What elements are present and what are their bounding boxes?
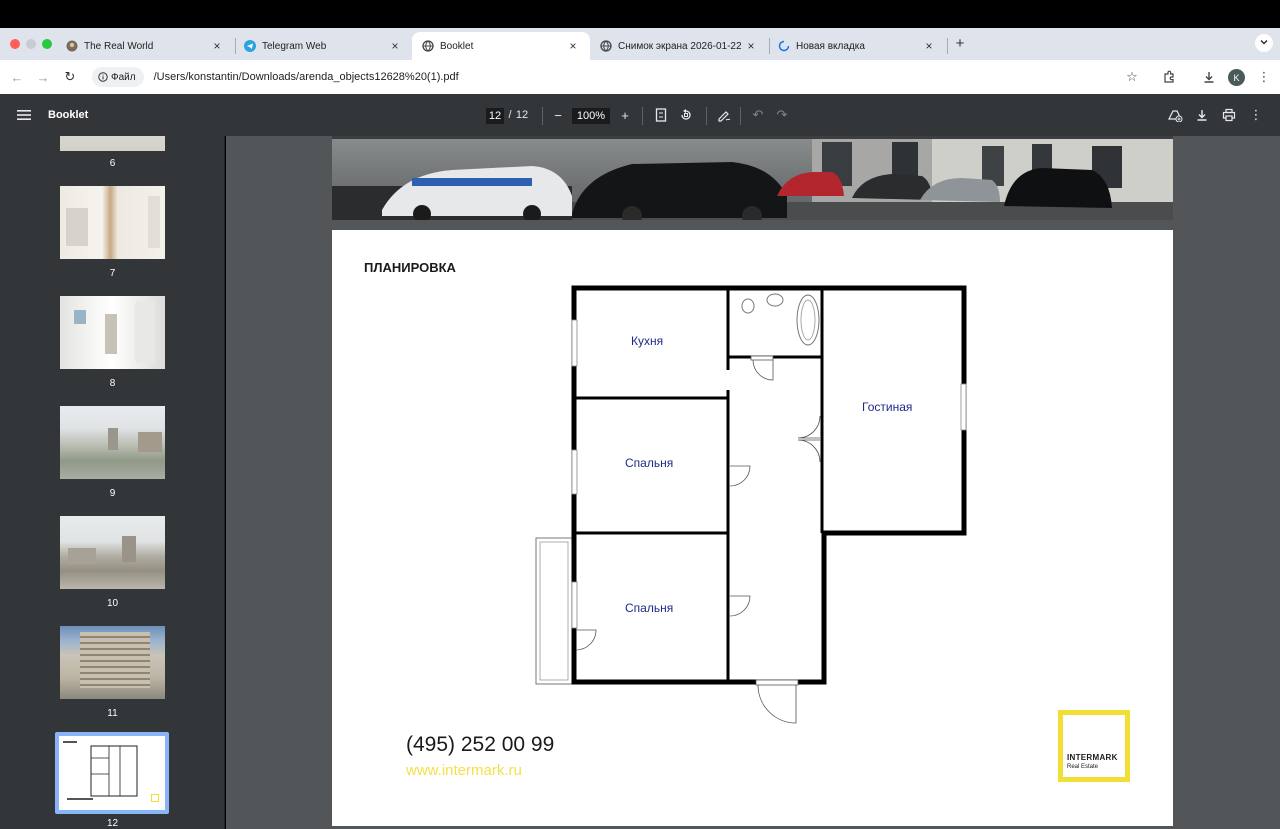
- zoom-level-input[interactable]: 100%: [572, 108, 610, 124]
- page-12: ПЛАНИРОВКА Кухня Гостиная Спальня Спальн…: [332, 230, 1173, 826]
- undo-icon[interactable]: ↶: [750, 107, 766, 123]
- close-icon[interactable]: ×: [922, 39, 936, 53]
- thumbnail-page-12[interactable]: [55, 732, 169, 814]
- new-tab-button[interactable]: +: [952, 34, 968, 54]
- loading-icon: [778, 40, 790, 52]
- close-icon[interactable]: ×: [388, 39, 402, 53]
- info-icon: [98, 72, 108, 82]
- tab-label: Новая вкладка: [796, 40, 865, 52]
- thumbnail-page-9[interactable]: [60, 406, 165, 479]
- telegram-icon: [244, 40, 256, 52]
- extensions-icon[interactable]: [1161, 69, 1177, 85]
- pdf-viewer[interactable]: ПЛАНИРОВКА Кухня Гостиная Спальня Спальн…: [226, 136, 1280, 829]
- avatar-icon: [66, 40, 78, 52]
- more-menu-icon[interactable]: ⋮: [1248, 107, 1264, 123]
- logo-name: INTERMARK: [1067, 753, 1118, 762]
- tab-label: Снимок экрана 2026-01-22: [618, 40, 742, 52]
- redo-icon[interactable]: ↷: [774, 107, 790, 123]
- maximize-window-button[interactable]: [42, 39, 52, 49]
- reload-button[interactable]: ↻: [61, 68, 79, 86]
- thumbnail-page-6[interactable]: [60, 136, 165, 151]
- menu-bar-black: [0, 0, 1280, 28]
- menu-icon[interactable]: [16, 107, 32, 123]
- tab-the-real-world[interactable]: The Real World ×: [56, 32, 234, 60]
- zoom-out-button[interactable]: −: [550, 107, 566, 123]
- room-label-bedroom-2: Спальня: [625, 601, 674, 615]
- thumbnail-page-7[interactable]: [60, 186, 165, 259]
- url-text: /Users/konstantin/Downloads/arenda_objec…: [153, 71, 459, 83]
- thumbnail-sidebar[interactable]: 6 7 8 9 10 11 12: [0, 136, 225, 829]
- contact-phone: (495) 252 00 99: [406, 733, 555, 756]
- minimize-window-button[interactable]: [26, 39, 36, 49]
- back-button[interactable]: ←: [8, 68, 26, 86]
- arrow-right-icon: →: [36, 69, 50, 85]
- bookmark-star-icon[interactable]: ☆: [1124, 69, 1140, 85]
- toolbar-divider: [542, 107, 543, 125]
- thumbnail-number: 6: [109, 158, 116, 169]
- thumbnail-page-10[interactable]: [60, 516, 165, 589]
- annotate-icon[interactable]: [716, 107, 732, 123]
- download-icon[interactable]: [1201, 69, 1217, 85]
- tab-divider: [947, 38, 948, 54]
- room-label-living: Гостиная: [862, 400, 913, 414]
- tab-label: Telegram Web: [262, 40, 327, 52]
- forward-button[interactable]: →: [34, 68, 52, 86]
- room-label-kitchen: Кухня: [631, 334, 664, 348]
- drive-save-icon[interactable]: [1167, 107, 1183, 123]
- page-11-street-photo: [332, 136, 1173, 220]
- tab-search-button[interactable]: [1255, 34, 1273, 52]
- close-icon[interactable]: ×: [566, 39, 580, 53]
- rotate-icon[interactable]: [678, 107, 694, 123]
- intermark-logo: INTERMARK Real Estate: [1058, 710, 1130, 782]
- close-icon[interactable]: ×: [744, 39, 758, 53]
- tab-label: The Real World: [84, 40, 154, 52]
- tab-telegram-web[interactable]: Telegram Web ×: [234, 32, 412, 60]
- thumbnail-number: 7: [109, 268, 116, 279]
- reload-icon: ↻: [64, 69, 76, 84]
- room-label-bedroom-1: Спальня: [625, 456, 674, 470]
- page-number-input[interactable]: 12: [486, 108, 504, 124]
- tab-strip: The Real World × Telegram Web × Booklet …: [0, 28, 1280, 60]
- close-window-button[interactable]: [10, 39, 20, 49]
- pdf-title: Booklet: [48, 109, 89, 121]
- total-pages: 12: [515, 109, 529, 121]
- street-photo: [332, 136, 1173, 220]
- thumbnail-page-8[interactable]: [60, 296, 165, 369]
- tab-screenshot[interactable]: Снимок экрана 2026-01-22 ×: [590, 32, 768, 60]
- more-menu-icon[interactable]: ⋮: [1256, 69, 1272, 85]
- arrow-left-icon: ←: [10, 69, 24, 85]
- site-info-label: Файл: [111, 71, 136, 83]
- website-link[interactable]: www.intermark.ru: [406, 762, 522, 779]
- tab-booklet[interactable]: Booklet ×: [412, 32, 590, 60]
- toolbar-divider: [642, 107, 643, 125]
- download-icon[interactable]: [1194, 107, 1210, 123]
- address-bar[interactable]: Файл /Users/konstantin/Downloads/arenda_…: [88, 64, 1154, 90]
- toolbar-divider: [740, 107, 741, 125]
- tab-new-tab[interactable]: Новая вкладка ×: [768, 32, 946, 60]
- globe-icon: [600, 40, 612, 52]
- close-icon[interactable]: ×: [210, 39, 224, 53]
- tab-label: Booklet: [440, 40, 474, 52]
- print-icon[interactable]: [1221, 107, 1237, 123]
- toolbar-divider: [706, 107, 707, 125]
- profile-avatar[interactable]: K: [1228, 69, 1245, 86]
- zoom-in-button[interactable]: +: [617, 107, 633, 123]
- fit-page-icon[interactable]: [653, 107, 669, 123]
- thumbnail-number: 12: [106, 818, 119, 829]
- logo-subtitle: Real Estate: [1067, 764, 1099, 770]
- thumbnail-number: 9: [109, 488, 116, 499]
- thumbnail-page-11[interactable]: [60, 626, 165, 699]
- site-info-chip[interactable]: Файл: [92, 67, 144, 87]
- browser-toolbar: ← → ↻ Файл /Users/konstantin/Downloads/a…: [0, 60, 1280, 94]
- globe-icon: [422, 40, 434, 52]
- thumbnail-number: 11: [107, 708, 118, 719]
- thumbnail-number: 10: [106, 598, 119, 609]
- pdf-toolbar: Booklet / 12 − + ↶ ↷ ⋮: [0, 94, 1280, 136]
- thumbnail-number: 8: [109, 378, 116, 389]
- chevron-down-icon: [1259, 34, 1269, 52]
